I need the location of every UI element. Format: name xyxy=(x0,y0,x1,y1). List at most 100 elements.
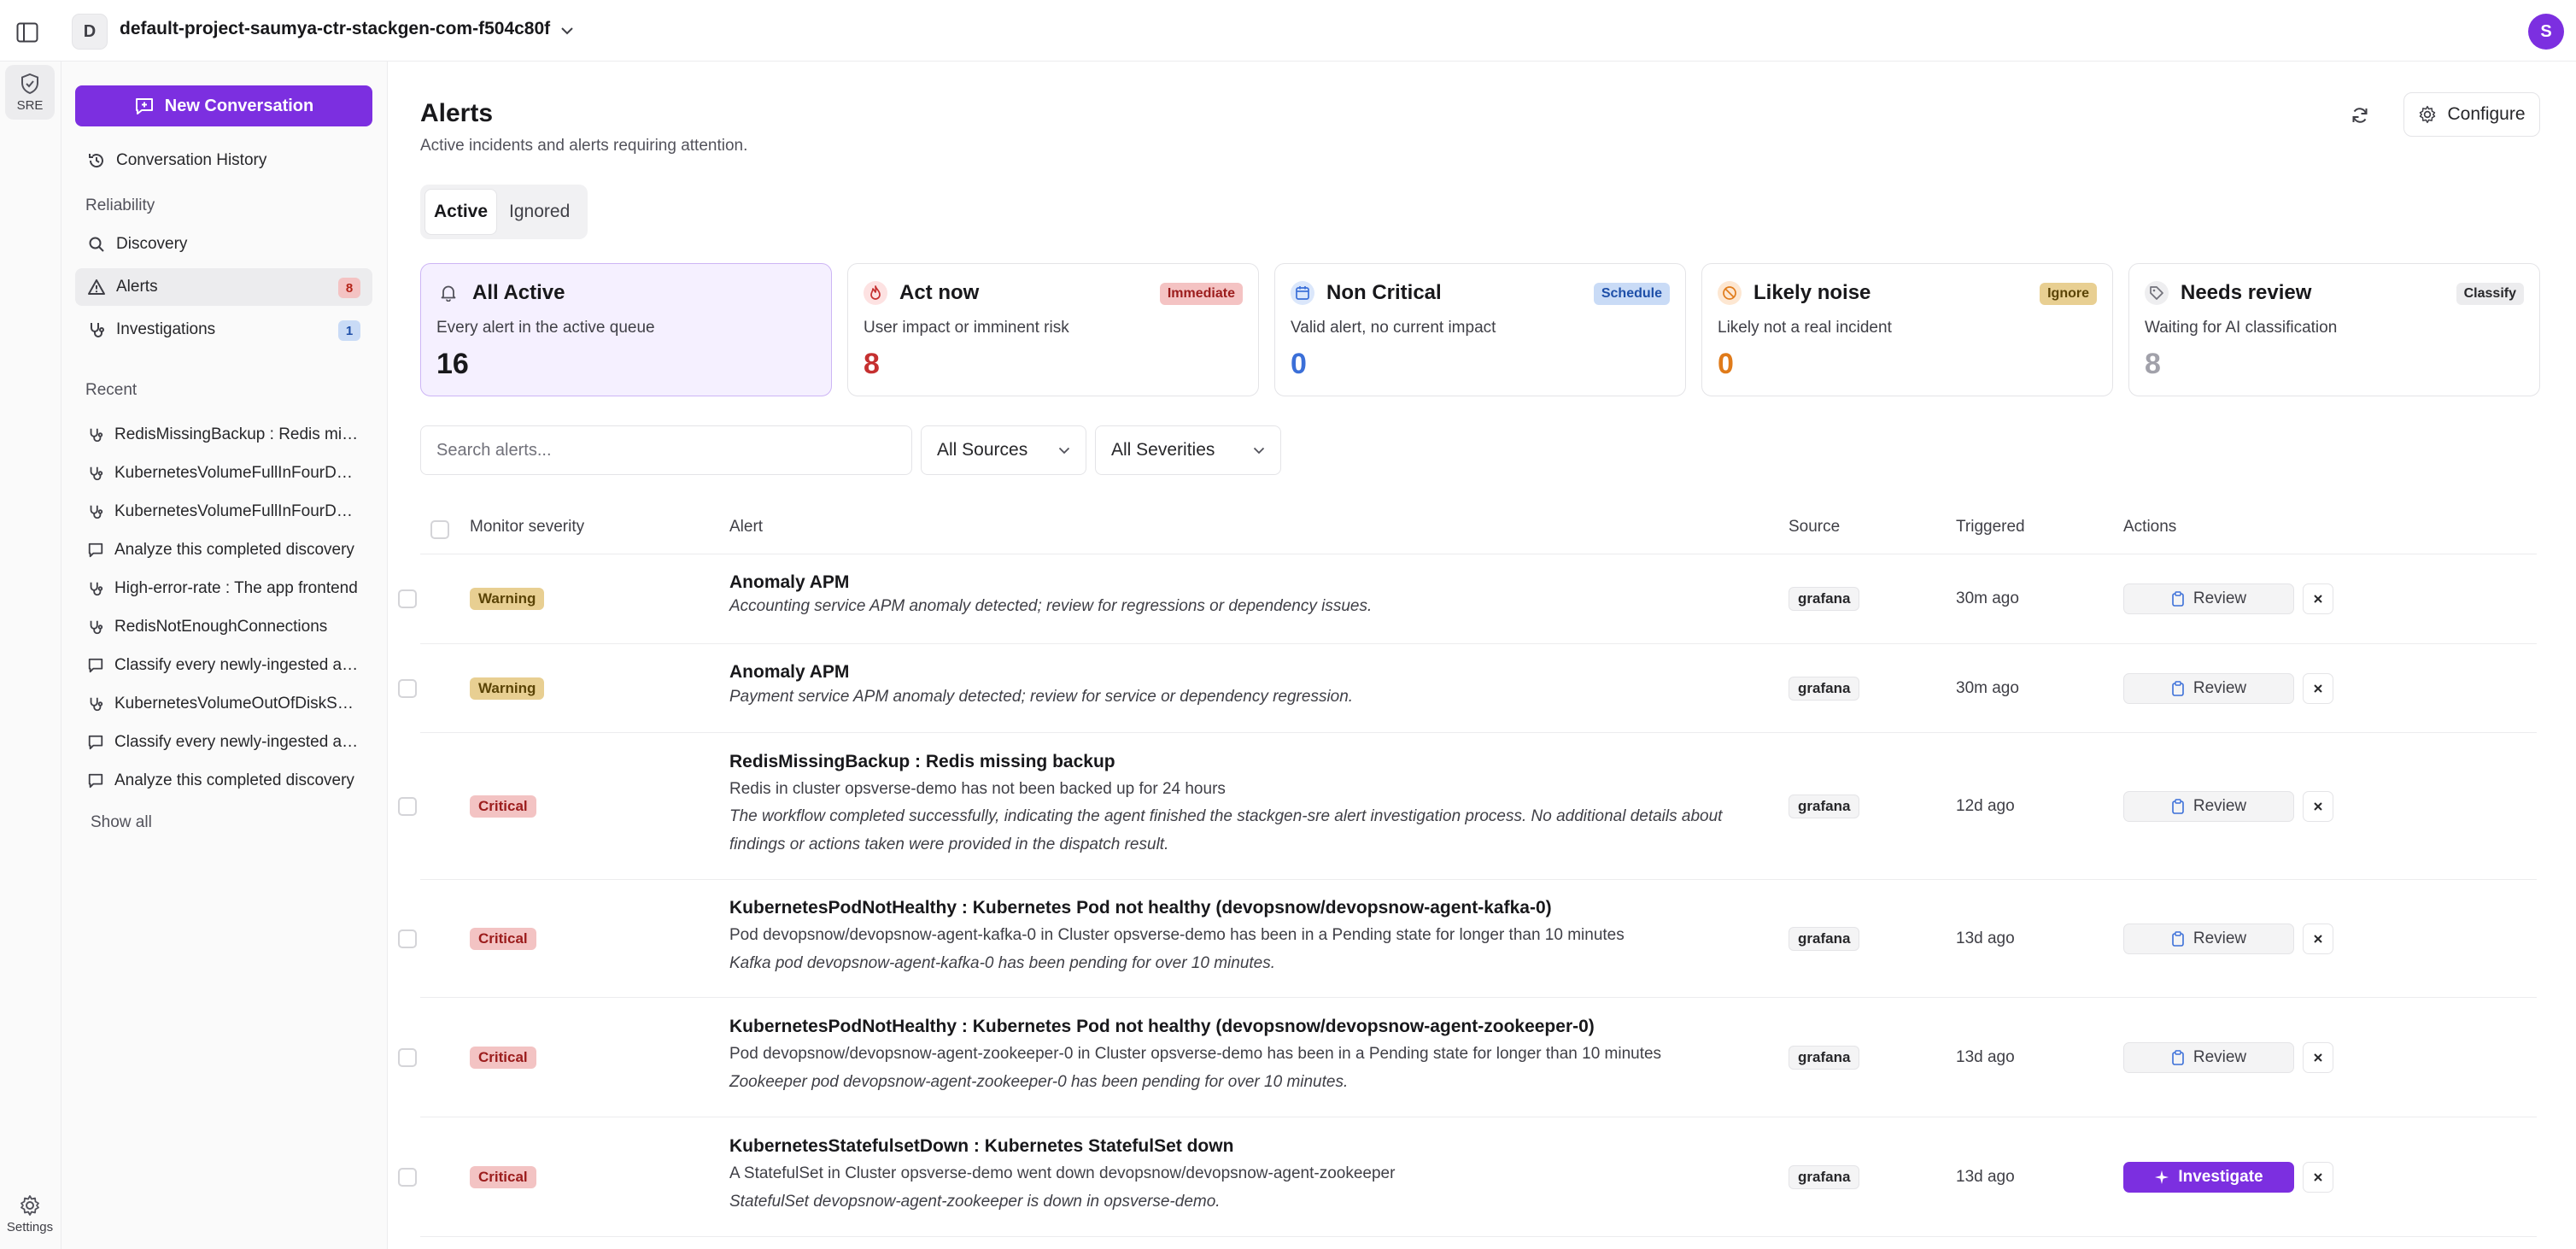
summary-card-needs-review[interactable]: Needs review Classify Waiting for AI cla… xyxy=(2128,263,2540,396)
chat-icon xyxy=(88,658,103,673)
alert-ai-summary: The workflow completed successfully, ind… xyxy=(729,807,1723,853)
tab-active[interactable]: Active xyxy=(424,189,498,235)
summary-card-likely-noise[interactable]: Likely noise Ignore Likely not a real in… xyxy=(1701,263,2113,396)
alert-title[interactable]: RedisMissingBackup : Redis missing backu… xyxy=(729,752,1115,772)
review-button[interactable]: Review xyxy=(2123,583,2294,614)
stethoscope-icon xyxy=(90,582,103,596)
row-checkbox[interactable] xyxy=(398,797,417,816)
rail-label-sre: SRE xyxy=(16,97,44,113)
recent-item[interactable]: KubernetesVolumeOutOfDiskSpace xyxy=(87,687,372,721)
sidebar-item-investigations[interactable]: Investigations 1 xyxy=(75,311,372,349)
rail-item-sre[interactable]: SRE xyxy=(5,65,55,120)
project-avatar[interactable]: D xyxy=(72,14,108,50)
row-checkbox[interactable] xyxy=(398,589,417,608)
recent-item-label: Classify every newly-ingested alert xyxy=(114,733,359,751)
dismiss-button[interactable] xyxy=(2303,673,2333,704)
clipboard-icon xyxy=(2172,931,2184,947)
stethoscope-icon xyxy=(90,428,103,443)
row-checkbox[interactable] xyxy=(398,1168,417,1187)
recent-item[interactable]: Classify every newly-ingested alert xyxy=(87,725,372,759)
severity-filter-value: All Severities xyxy=(1111,440,1215,460)
alert-description: Redis in cluster opsverse-demo has not b… xyxy=(729,780,1226,798)
close-icon xyxy=(2314,595,2322,603)
card-title: Act now xyxy=(899,281,980,304)
dismiss-button[interactable] xyxy=(2303,583,2333,614)
summary-card-all-active[interactable]: All Active Every alert in the active que… xyxy=(420,263,832,396)
dismiss-button[interactable] xyxy=(2303,1162,2333,1193)
row-checkbox[interactable] xyxy=(398,929,417,948)
close-icon xyxy=(2314,1173,2322,1182)
stethoscope-icon xyxy=(91,323,104,337)
column-header-source[interactable]: Source xyxy=(1789,518,1840,537)
alert-title[interactable]: Anomaly APM xyxy=(729,662,849,683)
card-title: Likely noise xyxy=(1753,281,1871,304)
gear-icon xyxy=(20,1194,39,1216)
source-badge: grafana xyxy=(1789,1165,1860,1189)
clipboard-icon xyxy=(2172,1050,2184,1065)
new-conversation-button[interactable]: New Conversation xyxy=(75,85,372,126)
recent-item[interactable]: Analyze this completed discovery xyxy=(87,533,372,567)
review-button[interactable]: Review xyxy=(2123,673,2294,704)
summary-card-non-critical[interactable]: Non Critical Schedule Valid alert, no cu… xyxy=(1274,263,1686,396)
sidebar-toggle-icon[interactable] xyxy=(12,17,43,48)
triggered-time: 30m ago xyxy=(1956,679,2019,697)
chat-icon xyxy=(88,735,103,750)
search-input[interactable] xyxy=(420,425,912,475)
summary-card-act-now[interactable]: Act now Immediate User impact or imminen… xyxy=(847,263,1259,396)
investigate-button[interactable]: Investigate xyxy=(2123,1162,2294,1193)
chat-icon xyxy=(88,773,103,789)
card-count: 0 xyxy=(1718,348,1734,380)
recent-item[interactable]: KubernetesVolumeFullInFourDays xyxy=(87,495,372,529)
dismiss-button[interactable] xyxy=(2303,924,2333,954)
warning-triangle-icon xyxy=(88,279,105,295)
review-button[interactable]: Review xyxy=(2123,1042,2294,1073)
review-button[interactable]: Review xyxy=(2123,924,2294,954)
column-header-alert[interactable]: Alert xyxy=(729,518,763,537)
severity-filter-select[interactable]: All Severities xyxy=(1095,425,1281,475)
close-icon xyxy=(2314,684,2322,693)
sidebar-item-alerts[interactable]: Alerts 8 xyxy=(75,268,372,306)
triggered-time: 13d ago xyxy=(1956,1048,2015,1066)
source-filter-select[interactable]: All Sources xyxy=(921,425,1086,475)
project-name[interactable]: default-project-saumya-ctr-stackgen-com-… xyxy=(120,19,550,39)
column-header-severity[interactable]: Monitor severity xyxy=(470,518,584,537)
alert-title[interactable]: KubernetesPodNotHealthy : Kubernetes Pod… xyxy=(729,1017,1595,1037)
configure-label: Configure xyxy=(2447,104,2526,124)
sparkle-icon xyxy=(2155,1170,2169,1184)
recent-item[interactable]: Analyze this completed discovery xyxy=(87,764,372,798)
severity-badge: Critical xyxy=(470,1047,536,1069)
select-all-checkbox[interactable] xyxy=(430,520,449,539)
recent-item[interactable]: Classify every newly-ingested alert xyxy=(87,648,372,683)
dismiss-button[interactable] xyxy=(2303,791,2333,822)
card-title: Non Critical xyxy=(1326,281,1442,304)
user-avatar[interactable]: S xyxy=(2528,14,2564,50)
sidebar-item-discovery[interactable]: Discovery xyxy=(75,226,372,263)
recent-item[interactable]: RedisMissingBackup : Redis missing backu… xyxy=(87,418,372,452)
card-description: Likely not a real incident xyxy=(1718,319,1892,337)
tab-ignored[interactable]: Ignored xyxy=(501,189,578,235)
dismiss-button[interactable] xyxy=(2303,1042,2333,1073)
card-count: 8 xyxy=(864,348,880,380)
clipboard-icon xyxy=(2172,681,2184,696)
review-button[interactable]: Review xyxy=(2123,791,2294,822)
recent-item[interactable]: High-error-rate : The app frontend xyxy=(87,572,372,606)
row-checkbox[interactable] xyxy=(398,1048,417,1067)
recent-item[interactable]: RedisNotEnoughConnections xyxy=(87,610,372,644)
alert-title[interactable]: Anomaly APM xyxy=(729,572,849,593)
configure-button[interactable]: Configure xyxy=(2403,92,2540,137)
show-all-link[interactable]: Show all xyxy=(91,813,152,832)
page-subtitle: Active incidents and alerts requiring at… xyxy=(420,137,748,155)
card-description: Every alert in the active queue xyxy=(436,319,655,337)
status-tabs: Active Ignored xyxy=(420,185,588,239)
sidebar-item-history[interactable]: Conversation History xyxy=(75,142,372,179)
rail-item-settings[interactable]: Settings xyxy=(5,1184,55,1244)
alert-title[interactable]: KubernetesPodNotHealthy : Kubernetes Pod… xyxy=(729,898,1552,918)
chevron-down-icon[interactable] xyxy=(557,21,577,41)
alert-title[interactable]: KubernetesStatefulsetDown : Kubernetes S… xyxy=(729,1136,1233,1157)
new-conversation-label: New Conversation xyxy=(164,96,314,115)
refresh-button[interactable] xyxy=(2340,96,2380,135)
recent-item[interactable]: KubernetesVolumeFullInFourDays xyxy=(87,456,372,490)
column-header-triggered[interactable]: Triggered xyxy=(1956,518,2025,537)
alert-description: Pod devopsnow/devopsnow-agent-zookeeper-… xyxy=(729,1045,1662,1063)
row-checkbox[interactable] xyxy=(398,679,417,698)
